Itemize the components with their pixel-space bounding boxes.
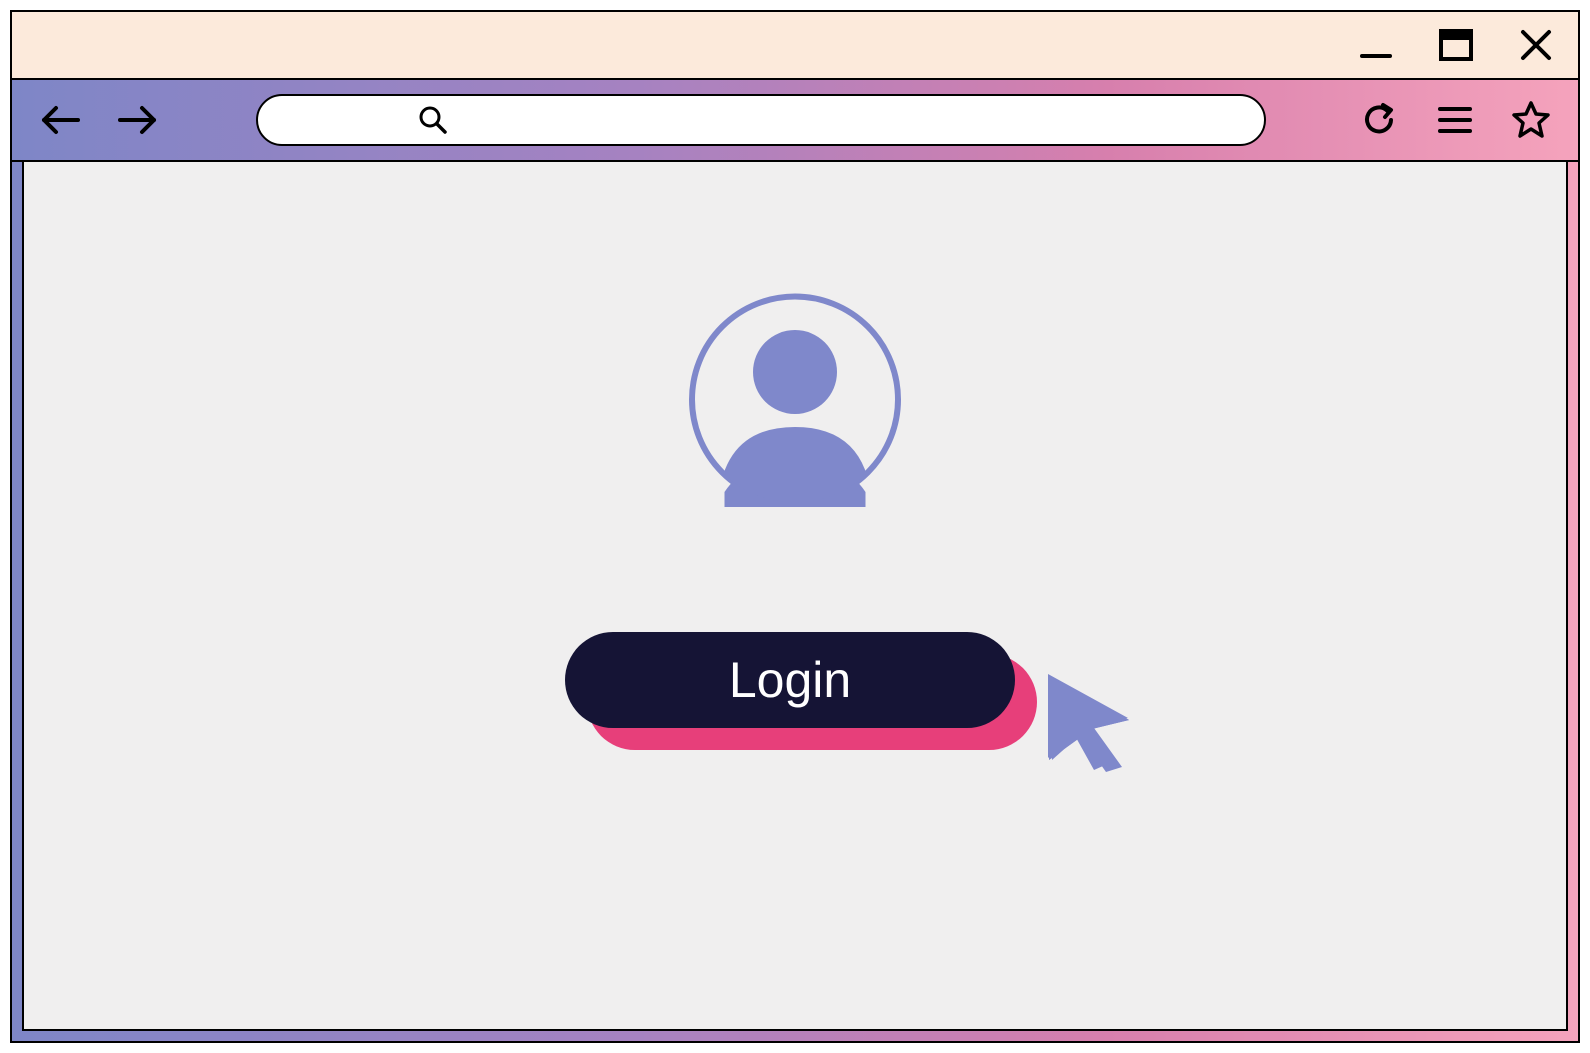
arrow-right-icon xyxy=(116,104,160,136)
address-bar[interactable] xyxy=(256,94,1266,146)
user-avatar-icon xyxy=(688,292,903,507)
avatar xyxy=(688,292,903,507)
search-icon xyxy=(418,105,448,135)
close-button[interactable] xyxy=(1514,23,1558,67)
menu-button[interactable] xyxy=(1430,95,1480,145)
minimize-button[interactable] xyxy=(1354,23,1398,67)
cursor-icon xyxy=(1044,672,1139,772)
bookmark-button[interactable] xyxy=(1506,95,1556,145)
forward-button[interactable] xyxy=(112,94,164,146)
maximize-icon xyxy=(1439,29,1473,61)
browser-window: Login xyxy=(10,10,1580,1043)
reload-icon xyxy=(1361,102,1397,138)
star-icon xyxy=(1511,100,1551,140)
viewport-frame: Login xyxy=(12,162,1578,1041)
minimize-icon xyxy=(1359,28,1393,62)
hamburger-icon xyxy=(1437,105,1473,135)
login-button[interactable]: Login xyxy=(565,632,1015,728)
maximize-button[interactable] xyxy=(1434,23,1478,67)
login-button-group: Login xyxy=(565,632,1025,742)
close-icon xyxy=(1519,28,1553,62)
back-button[interactable] xyxy=(34,94,86,146)
window-titlebar xyxy=(12,12,1578,80)
page-content: Login xyxy=(22,162,1568,1031)
browser-toolbar xyxy=(12,80,1578,162)
address-input[interactable] xyxy=(408,96,1114,144)
reload-button[interactable] xyxy=(1354,95,1404,145)
arrow-left-icon xyxy=(38,104,82,136)
